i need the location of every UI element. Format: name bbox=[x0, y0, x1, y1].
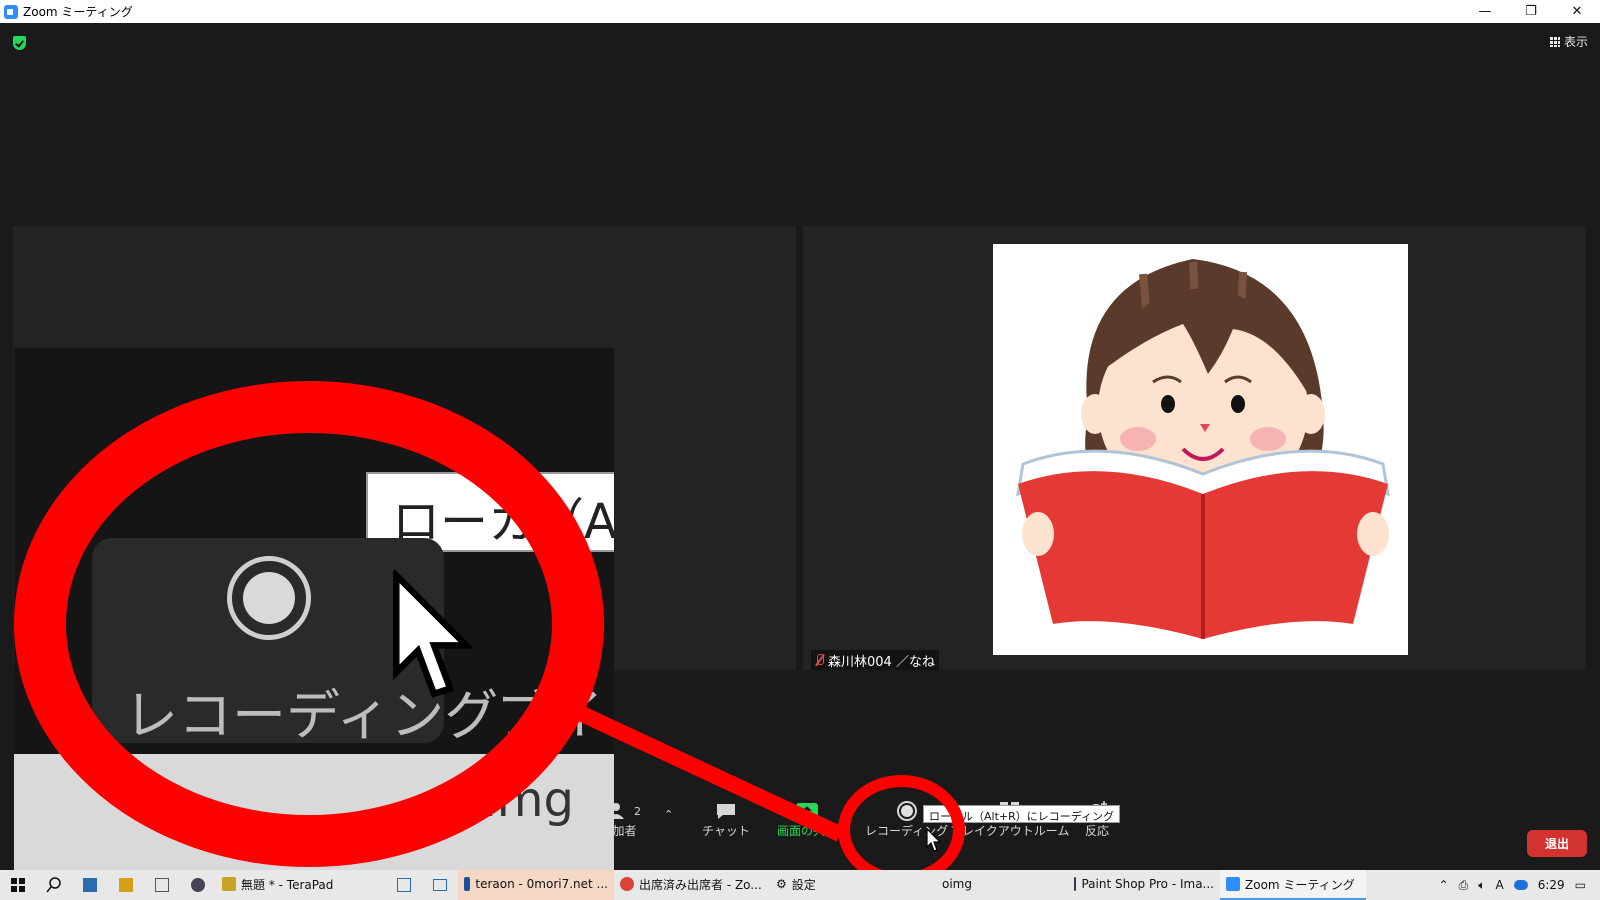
pinned-app-icon-5[interactable] bbox=[386, 870, 422, 900]
taskbar-app-settings[interactable]: ⚙ 設定 bbox=[770, 870, 936, 900]
ime-icon[interactable]: A bbox=[1495, 878, 1503, 892]
leave-button[interactable]: 退出 bbox=[1527, 830, 1587, 857]
taskbar-app-label: 出席済み出席者 - Zo... bbox=[639, 877, 762, 892]
volume-icon[interactable]: 🔈︎ bbox=[1478, 878, 1485, 893]
video-tile-participant[interactable]: 森川林004 ／なね bbox=[803, 226, 1586, 670]
zoom-app-icon bbox=[4, 4, 18, 19]
grid-icon bbox=[1549, 36, 1560, 47]
onedrive-icon[interactable] bbox=[1513, 880, 1528, 890]
view-label: 表示 bbox=[1563, 35, 1588, 49]
muted-mic-icon bbox=[815, 654, 824, 666]
annotation-big-circle bbox=[14, 381, 604, 867]
participants-count: 2 bbox=[634, 804, 641, 818]
taskbar-app-terapad[interactable]: 無題 * - TeraPad bbox=[216, 870, 386, 900]
pinned-app-icon-1[interactable] bbox=[72, 870, 108, 900]
close-button[interactable]: ✕ bbox=[1554, 0, 1600, 23]
notification-icon[interactable]: ▭ bbox=[1575, 878, 1586, 892]
chat-icon bbox=[715, 800, 737, 822]
participants-label: 加者 bbox=[612, 824, 637, 838]
windows-logo-icon bbox=[11, 878, 25, 892]
chrome-icon bbox=[620, 877, 634, 891]
search-icon[interactable] bbox=[36, 870, 72, 900]
annotation-small-circle bbox=[838, 775, 965, 885]
participant-avatar bbox=[993, 244, 1408, 655]
chat-label: チャット bbox=[702, 824, 750, 838]
gear-icon: ⚙ bbox=[776, 877, 787, 891]
clock-time[interactable]: 6:29 bbox=[1538, 878, 1565, 892]
taskbar-app-label: 設定 bbox=[791, 877, 816, 892]
taskbar-app-chrome[interactable]: 出席済み出席者 - Zo... bbox=[614, 870, 770, 900]
reactions-label: 反応 bbox=[1085, 824, 1110, 838]
taskbar-app-paintshop[interactable]: Paint Shop Pro - Ima... bbox=[1068, 870, 1220, 900]
participant-name-label: 森川林004 ／なね bbox=[811, 650, 939, 670]
taskbar-app-zoom[interactable]: Zoom ミーティング bbox=[1220, 870, 1366, 900]
zoom-taskbar-icon bbox=[1226, 877, 1240, 891]
network-icon[interactable]: ⎙ bbox=[1459, 878, 1469, 893]
restore-button[interactable]: ❐ bbox=[1508, 0, 1554, 23]
security-shield-icon[interactable] bbox=[13, 36, 26, 50]
chat-button[interactable]: チャット bbox=[702, 800, 750, 839]
minimize-button[interactable]: — bbox=[1462, 0, 1508, 23]
participants-caret-icon[interactable]: ⌃ bbox=[664, 808, 673, 821]
teraon-icon bbox=[464, 877, 471, 891]
start-button[interactable] bbox=[0, 870, 36, 900]
taskbar-app-label: Paint Shop Pro - Ima... bbox=[1081, 877, 1214, 891]
girl-reading-illustration bbox=[1016, 259, 1390, 639]
terapad-icon bbox=[222, 877, 236, 891]
tray-expand-icon[interactable]: ⌃ bbox=[1439, 878, 1449, 892]
window-title: Zoom ミーティング bbox=[23, 5, 133, 19]
taskbar-app-teraon[interactable]: teraon - 0mori7.net ... bbox=[458, 870, 614, 900]
breakout-rooms-label: ブレイクアウトルーム bbox=[950, 824, 1070, 838]
taskbar-app-oimg[interactable]: oimg bbox=[936, 870, 1068, 900]
view-button[interactable]: 表示 bbox=[1549, 33, 1588, 50]
taskbar-app-label: Zoom ミーティング bbox=[1245, 877, 1355, 892]
pinned-app-icon-4[interactable] bbox=[180, 870, 216, 900]
paintshop-icon bbox=[1074, 877, 1077, 891]
taskbar-app-label: 無題 * - TeraPad bbox=[241, 877, 334, 892]
windows-taskbar: 無題 * - TeraPad teraon - 0mori7.net ... 出… bbox=[0, 870, 1600, 900]
title-bar: Zoom ミーティング — ❐ ✕ bbox=[0, 0, 1600, 23]
system-tray: ⌃ ⎙ 🔈︎ A 6:29 ▭ bbox=[1439, 870, 1600, 900]
pinned-app-icon-6[interactable] bbox=[422, 870, 458, 900]
taskbar-app-label: oimg bbox=[942, 877, 972, 891]
pinned-app-icon-3[interactable] bbox=[144, 870, 180, 900]
window-controls: — ❐ ✕ bbox=[1462, 0, 1600, 23]
pinned-app-icon-2[interactable] bbox=[108, 870, 144, 900]
taskbar-app-label: teraon - 0mori7.net ... bbox=[475, 877, 608, 891]
participant-name: 森川林004 ／なね bbox=[828, 654, 935, 670]
